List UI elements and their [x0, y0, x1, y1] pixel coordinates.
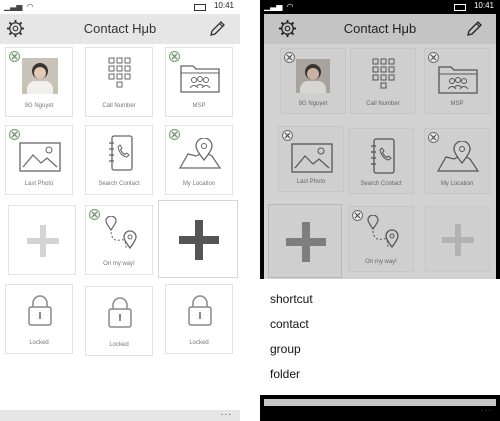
remove-badge-icon[interactable] [89, 209, 100, 220]
battery-icon [454, 2, 466, 11]
tile-on-my-way: On my way! [348, 206, 414, 272]
more-button[interactable]: ... [481, 403, 492, 414]
route-icon [105, 216, 137, 250]
tile-label: Call Number [366, 101, 400, 107]
menu-item-folder[interactable]: folder [270, 367, 300, 381]
signal-icon: ▁▃▅ [4, 2, 23, 11]
tile-add-empty [424, 206, 490, 272]
landscape-photo-icon [291, 143, 333, 173]
tile-last-photo: Last Photo [278, 126, 344, 192]
lock-icon [108, 297, 132, 328]
tile-msp-folder[interactable]: MSP [165, 47, 233, 117]
status-bar: ▁▃▅ ◠ 10:41 [0, 0, 240, 14]
tile-label: On my way! [365, 259, 397, 265]
app-bar: ... [260, 395, 500, 421]
route-icon [367, 215, 399, 249]
add-menu: shortcut contact group folder [260, 279, 500, 399]
tile-label: On my way! [103, 261, 135, 267]
tile-locked: Locked [165, 284, 233, 354]
contact-book-icon [109, 135, 133, 171]
tile-label: 9G Nguyet [298, 101, 328, 107]
signal-icon: ▁▃▅ [264, 2, 283, 11]
pencil-icon [467, 21, 482, 36]
lock-icon [28, 295, 52, 326]
pencil-icon[interactable] [207, 19, 227, 39]
app-header: Contact Hμb [0, 14, 240, 44]
tile-label: Locked [109, 342, 129, 348]
folder-group-icon [180, 65, 220, 93]
plus-icon [27, 225, 59, 257]
tile-add-empty[interactable] [8, 205, 76, 275]
landscape-photo-icon [19, 142, 61, 172]
app-bar: ... [0, 407, 240, 421]
right-phone-screen: ▁▃▅ ◠ 10:41 Contact Hμb 9G Nguyet Call N… [260, 0, 500, 421]
app-header: Contact Hμb [264, 14, 496, 44]
status-time: 10:41 [473, 1, 494, 10]
remove-badge-icon[interactable] [9, 51, 20, 62]
map-pin-icon [436, 141, 480, 172]
folder-group-icon [438, 66, 478, 94]
tile-add-selected[interactable] [158, 200, 238, 278]
menu-item-group[interactable]: group [270, 342, 301, 356]
plus-icon [442, 224, 474, 256]
tile-my-location[interactable]: My Location [165, 125, 233, 195]
remove-badge-icon[interactable] [9, 129, 20, 140]
photo-portrait-icon [296, 59, 330, 93]
tile-search-contact[interactable]: Search Contact [85, 125, 153, 195]
app-title: Contact Hμb [343, 21, 417, 36]
dialpad-icon [372, 58, 395, 89]
app-bar-dimmed [264, 399, 496, 406]
tile-label: MSP [450, 101, 464, 107]
tile-label: Last Photo [296, 179, 326, 185]
wifi-icon: ◠ [286, 2, 294, 11]
menu-item-shortcut[interactable]: shortcut [270, 292, 313, 306]
map-pin-icon [178, 138, 222, 169]
tile-add-selected [268, 204, 342, 278]
tile-call-number: Call Number [350, 48, 416, 114]
tile-label: Last Photo [24, 181, 54, 187]
tile-on-my-way[interactable]: On my way! [85, 205, 153, 275]
tile-locked: Locked [5, 284, 73, 354]
status-bar: ▁▃▅ ◠ 10:41 [260, 0, 500, 14]
remove-badge-icon [352, 210, 363, 221]
tile-msp-folder: MSP [424, 48, 490, 114]
tile-label: Locked [189, 340, 209, 346]
dimmed-frame: Contact Hμb 9G Nguyet Call Number MSP La… [260, 14, 500, 279]
tile-label: 9G Nguyet [24, 103, 54, 109]
tile-call-number[interactable]: Call Number [85, 47, 153, 117]
status-icons: ▁▃▅ ◠ [264, 2, 293, 12]
tile-label: My Location [182, 181, 216, 187]
wifi-icon: ◠ [26, 2, 34, 11]
tile-my-location: My Location [424, 128, 490, 194]
remove-badge-icon [284, 52, 295, 63]
tile-label: Call Number [102, 103, 136, 109]
photo-portrait-icon [22, 58, 58, 94]
menu-item-contact[interactable]: contact [270, 317, 309, 331]
plus-icon [286, 222, 326, 262]
tile-locked: Locked [85, 286, 153, 356]
plus-icon [179, 220, 219, 260]
dimmed-content: Contact Hμb 9G Nguyet Call Number MSP La… [264, 14, 496, 279]
tile-contact-photo[interactable]: 9G Nguyet [5, 47, 73, 117]
battery-icon [194, 2, 206, 11]
lock-icon [188, 295, 212, 326]
app-title: Contact Hμb [83, 21, 157, 36]
tile-label: Search Contact [98, 181, 140, 187]
tile-contact-photo: 9G Nguyet [280, 48, 346, 114]
tile-search-contact: Search Contact [348, 128, 414, 194]
tile-label: Locked [29, 340, 49, 346]
tile-label: My Location [440, 181, 474, 187]
remove-badge-icon [282, 130, 293, 141]
more-button[interactable]: ... [221, 407, 232, 418]
status-icons: ▁▃▅ ◠ [4, 2, 33, 12]
tile-label: Search Contact [360, 181, 402, 187]
dialpad-icon [108, 57, 131, 88]
contact-book-icon [371, 138, 395, 174]
tile-label: MSP [192, 103, 206, 109]
left-phone-screen: ▁▃▅ ◠ 10:41 Contact Hμb 9G Nguyet Call N… [0, 0, 240, 421]
status-time: 10:41 [213, 1, 234, 10]
tile-last-photo[interactable]: Last Photo [5, 125, 73, 195]
